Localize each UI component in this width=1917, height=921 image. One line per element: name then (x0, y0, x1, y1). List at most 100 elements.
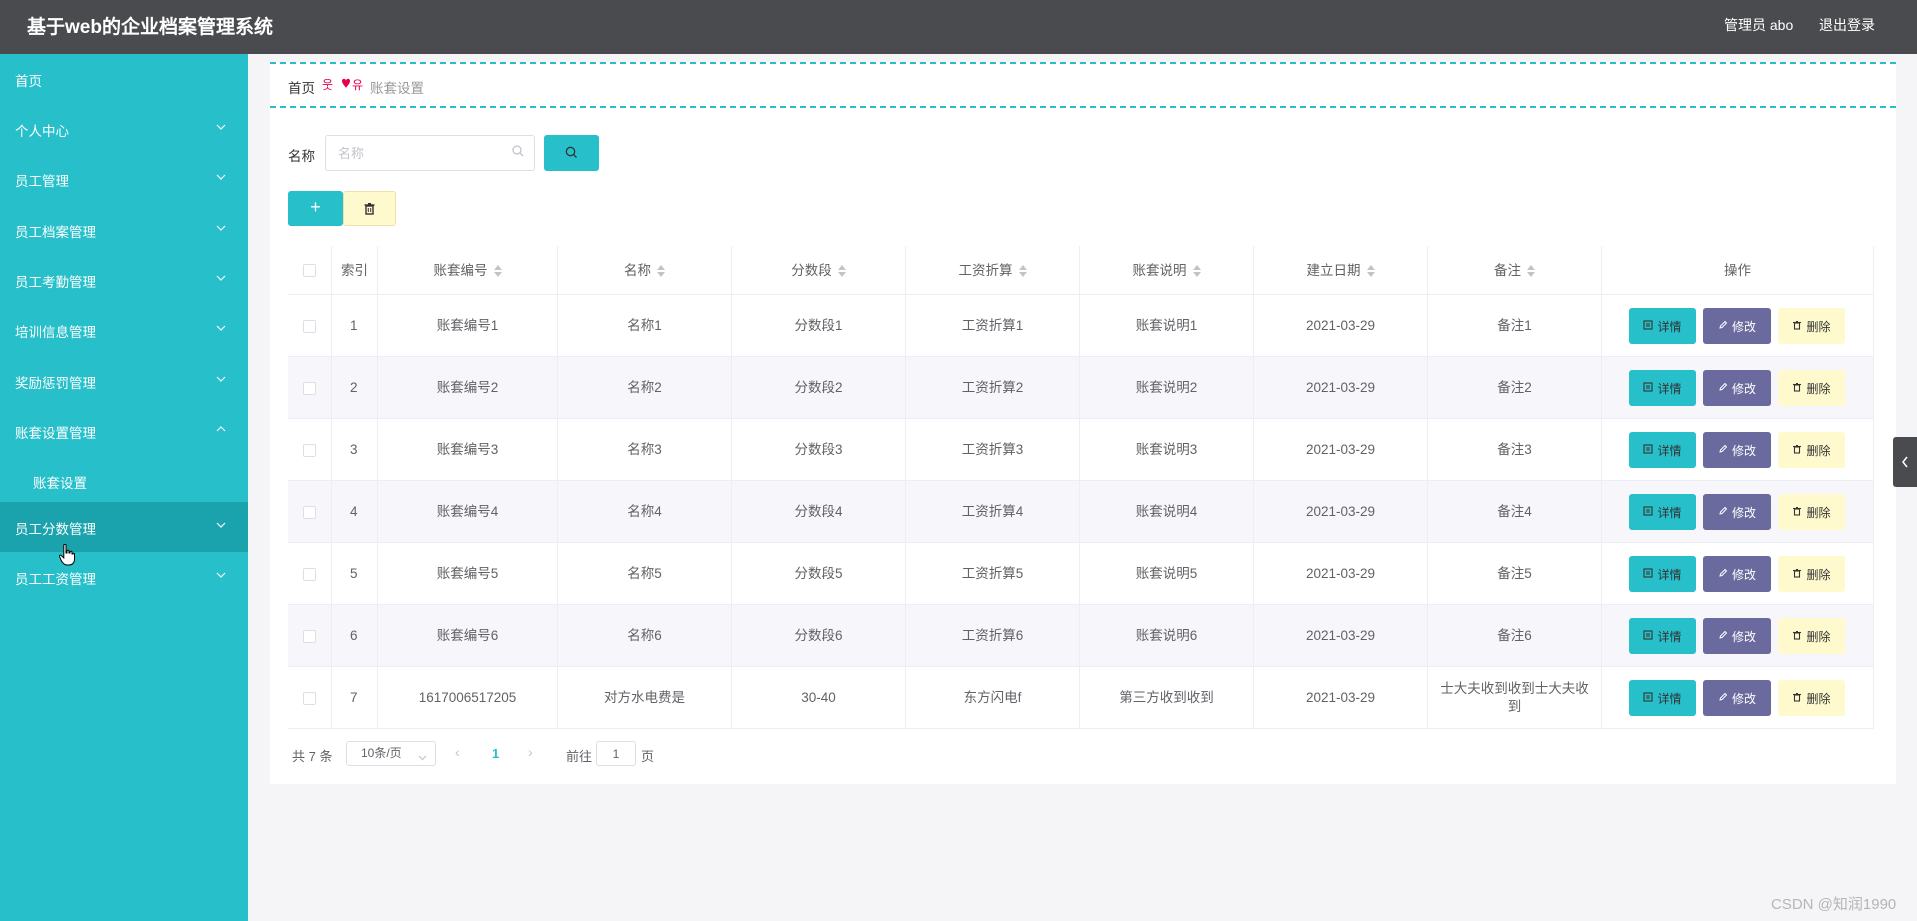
cell-actions: 详情 修改 删除 (1602, 543, 1874, 605)
delete-button[interactable]: 删除 (1778, 618, 1845, 654)
breadcrumb-separator-icon: 웃 유 (322, 76, 364, 95)
cell-desc-text: 账套说明6 (1135, 628, 1198, 643)
cell-score: 30-40 (732, 667, 906, 729)
sort-caret-icon[interactable] (657, 265, 665, 278)
goto-page-input[interactable] (596, 741, 636, 766)
sidebar-item-0[interactable]: 首页 (0, 54, 248, 104)
column-header: 操作 (1602, 246, 1874, 295)
row-checkbox[interactable] (303, 567, 316, 581)
edit-button[interactable]: 修改 (1703, 680, 1771, 716)
row-select-cell (288, 357, 332, 419)
detail-button[interactable]: 详情 (1629, 556, 1696, 592)
logout-link[interactable]: 退出登录 (1819, 15, 1875, 35)
sidebar-item-label: 员工管理 (15, 174, 69, 189)
cell-note-text: 备注4 (1497, 504, 1532, 519)
detail-button-label: 详情 (1657, 443, 1682, 458)
cell-salary-text: 工资折算3 (961, 442, 1024, 457)
search-name-input[interactable] (325, 135, 535, 171)
column-header[interactable]: 账套编号 (378, 246, 558, 295)
cell-score-text: 分数段2 (794, 380, 843, 395)
cell-salary: 工资折算5 (906, 543, 1080, 605)
detail-button[interactable]: 详情 (1629, 432, 1696, 468)
edit-button[interactable]: 修改 (1703, 370, 1771, 406)
cell-desc-text: 账套说明3 (1135, 442, 1198, 457)
breadcrumb-home[interactable]: 首页 (288, 77, 315, 97)
detail-button[interactable]: 详情 (1629, 680, 1696, 716)
sidebar-item-4[interactable]: 员工考勤管理 (0, 255, 248, 305)
batch-delete-button[interactable] (343, 191, 396, 226)
row-checkbox[interactable] (303, 505, 316, 519)
row-checkbox[interactable] (303, 629, 316, 643)
page-size-select[interactable]: 10条/页 (346, 741, 436, 766)
edit-button[interactable]: 修改 (1703, 618, 1771, 654)
sidebar-item-10[interactable]: 员工工资管理 (0, 552, 248, 602)
edit-button[interactable]: 修改 (1703, 556, 1771, 592)
sort-caret-icon[interactable] (837, 265, 846, 278)
column-header[interactable]: 建立日期 (1254, 246, 1428, 295)
column-header[interactable]: 备注 (1428, 246, 1602, 295)
delete-button[interactable]: 删除 (1778, 432, 1845, 468)
column-header[interactable]: 账套说明 (1080, 246, 1254, 295)
sort-caret-icon[interactable] (1192, 265, 1201, 278)
next-page-button[interactable]: › (528, 744, 533, 760)
delete-button[interactable]: 删除 (1778, 556, 1845, 592)
sidebar-item-9[interactable]: 员工分数管理 (0, 502, 248, 552)
delete-button[interactable]: 删除 (1778, 308, 1845, 344)
cell-salary: 工资折算3 (906, 419, 1080, 481)
row-checkbox[interactable] (303, 319, 316, 333)
sidebar-item-8[interactable]: 账套设置 (0, 456, 248, 506)
cell-name-text: 名称5 (627, 566, 662, 581)
sidebar-item-2[interactable]: 员工管理 (0, 154, 248, 204)
detail-button[interactable]: 详情 (1629, 494, 1696, 530)
detail-button-label: 详情 (1657, 381, 1682, 396)
edit-button[interactable]: 修改 (1703, 432, 1771, 468)
column-header[interactable]: 工资折算 (906, 246, 1080, 295)
side-panel-toggle[interactable] (1893, 437, 1917, 487)
delete-button[interactable]: 删除 (1778, 680, 1845, 716)
detail-button[interactable]: 详情 (1629, 370, 1696, 406)
sidebar-item-5[interactable]: 培训信息管理 (0, 305, 248, 355)
row-checkbox[interactable] (303, 443, 316, 457)
column-header[interactable]: 分数段 (732, 246, 906, 295)
row-select-cell (288, 543, 332, 605)
edit-button-label: 修改 (1731, 505, 1756, 520)
cell-note: 备注6 (1428, 605, 1602, 667)
prev-page-button[interactable]: ‹ (455, 744, 460, 760)
detail-button[interactable]: 详情 (1629, 618, 1696, 654)
cell-name-text: 名称6 (627, 628, 662, 643)
delete-button[interactable]: 删除 (1778, 370, 1845, 406)
column-header[interactable]: 名称 (558, 246, 732, 295)
row-checkbox[interactable] (303, 691, 316, 705)
sort-caret-icon[interactable] (1527, 265, 1535, 278)
cell-name: 名称4 (558, 481, 732, 543)
cell-date: 2021-03-29 (1254, 357, 1428, 419)
sidebar-item-label: 员工工资管理 (15, 572, 96, 587)
search-icon (565, 146, 577, 158)
page-number-current[interactable]: 1 (492, 746, 499, 761)
add-button[interactable]: + (288, 191, 343, 226)
table-row: 7 1617006517205 对方水电费是 30-40 东方闪电f 第三方收到收到 202… (288, 667, 1874, 729)
select-all-checkbox[interactable] (303, 264, 316, 277)
row-checkbox[interactable] (303, 381, 316, 395)
cell-salary: 工资折算2 (906, 357, 1080, 419)
search-button[interactable] (544, 135, 599, 171)
sidebar-item-3[interactable]: 员工档案管理 (0, 205, 248, 255)
cell-name-text: 对方水电费是 (604, 690, 685, 705)
row-select-cell (288, 419, 332, 481)
current-user: 管理员 abo (1724, 17, 1794, 33)
detail-button-label: 详情 (1657, 629, 1682, 644)
sort-caret-icon[interactable] (493, 265, 502, 278)
sidebar-item-6[interactable]: 奖励惩罚管理 (0, 356, 248, 406)
sidebar-item-7[interactable]: 账套设置管理 (0, 406, 248, 456)
sort-caret-icon[interactable] (1018, 265, 1027, 278)
sidebar-item-1[interactable]: 个人中心 (0, 104, 248, 154)
column-header-label: 工资折算 (958, 263, 1013, 278)
cell-note-text: 备注2 (1497, 380, 1532, 395)
edit-button[interactable]: 修改 (1703, 494, 1771, 530)
delete-button[interactable]: 删除 (1778, 494, 1845, 530)
cell-name: 名称6 (558, 605, 732, 667)
detail-button[interactable]: 详情 (1629, 308, 1696, 344)
sort-caret-icon[interactable] (1366, 265, 1375, 278)
edit-button[interactable]: 修改 (1703, 308, 1771, 344)
cell-score: 分数段6 (732, 605, 906, 667)
